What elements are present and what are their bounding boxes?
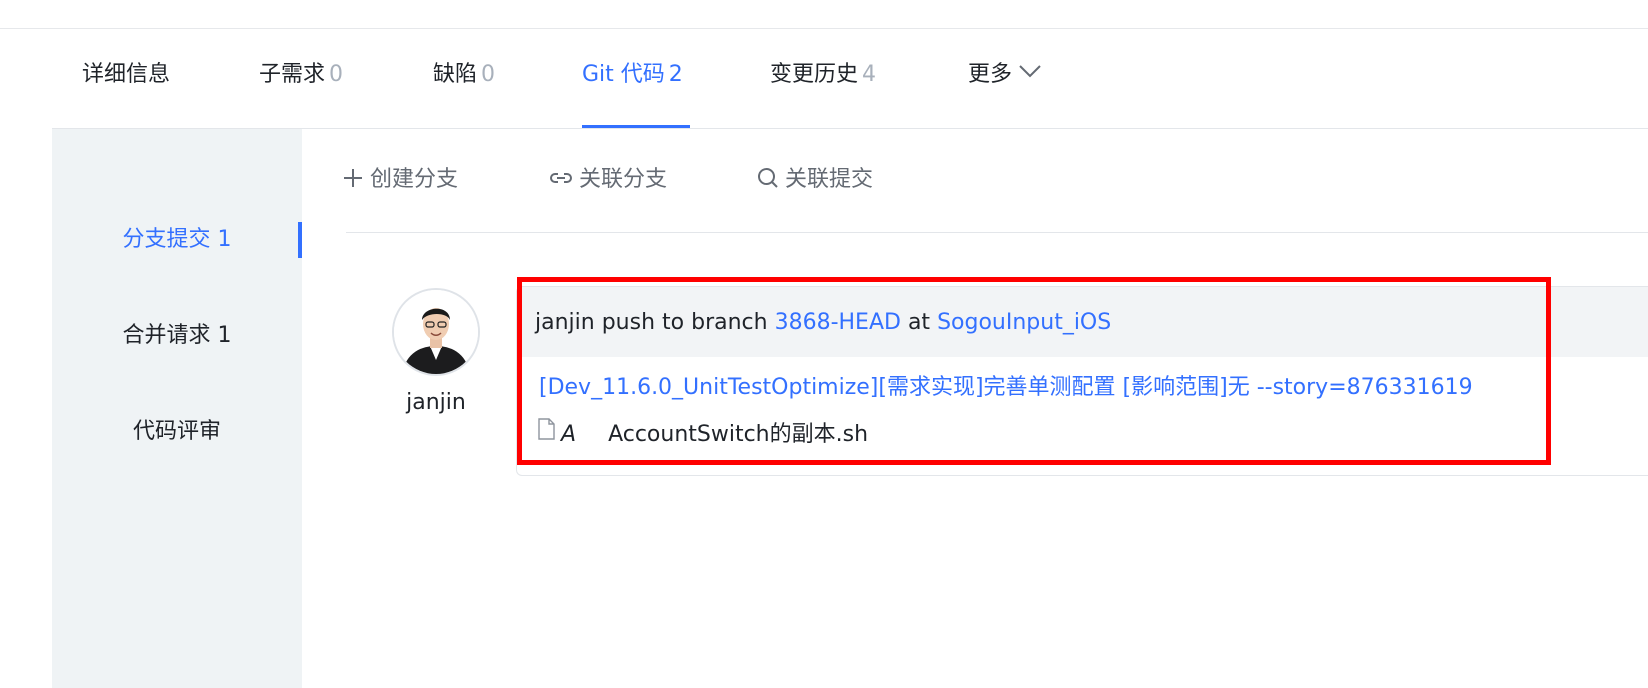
link-commit-label: 关联提交	[785, 167, 874, 192]
tab-label: 详细信息	[82, 62, 171, 87]
tab-git-code[interactable]: Git 代码 2	[582, 60, 683, 90]
highlight-box	[517, 277, 1551, 465]
avatar[interactable]	[392, 288, 480, 376]
toolbar-divider	[346, 232, 1648, 233]
tab-count: 2	[668, 62, 683, 87]
subnav-item-merge-requests[interactable]: 合并请求 1	[52, 321, 302, 351]
search-icon	[757, 167, 785, 192]
tab-label: 更多	[968, 62, 1013, 87]
tab-count: 0	[329, 62, 344, 87]
tab-label: 缺陷	[433, 62, 478, 87]
tab-count: 4	[862, 62, 877, 87]
plus-icon	[342, 167, 370, 192]
subnav-item-branch-commits[interactable]: 分支提交 1	[52, 225, 302, 255]
tab-more[interactable]: 更多	[968, 60, 1042, 90]
link-branch-button[interactable]: 关联分支	[549, 165, 667, 195]
subnav-active-marker	[298, 222, 302, 258]
tab-defects[interactable]: 缺陷 0	[433, 60, 495, 90]
main-tabs: 详细信息 子需求 0 缺陷 0 Git 代码 2 变更历史 4 更多	[0, 0, 1648, 130]
tab-change-history[interactable]: 变更历史 4	[770, 60, 876, 90]
commit-author[interactable]: janjin	[392, 388, 480, 418]
tab-label: 变更历史	[770, 62, 859, 87]
subnav-item-code-review[interactable]: 代码评审	[52, 417, 302, 447]
link-icon	[549, 167, 579, 192]
link-commit-button[interactable]: 关联提交	[757, 165, 873, 195]
create-branch-button[interactable]: 创建分支	[342, 165, 458, 195]
tab-label: Git 代码	[582, 62, 665, 87]
link-branch-label: 关联分支	[579, 167, 668, 192]
tab-details[interactable]: 详细信息	[82, 60, 170, 90]
tab-count: 0	[481, 62, 496, 87]
tab-label: 子需求	[259, 62, 326, 87]
chevron-down-icon	[1018, 58, 1042, 88]
tab-sub-requirements[interactable]: 子需求 0	[259, 60, 343, 90]
git-subnav: 分支提交 1 合并请求 1 代码评审	[52, 129, 302, 688]
create-branch-label: 创建分支	[370, 167, 459, 192]
